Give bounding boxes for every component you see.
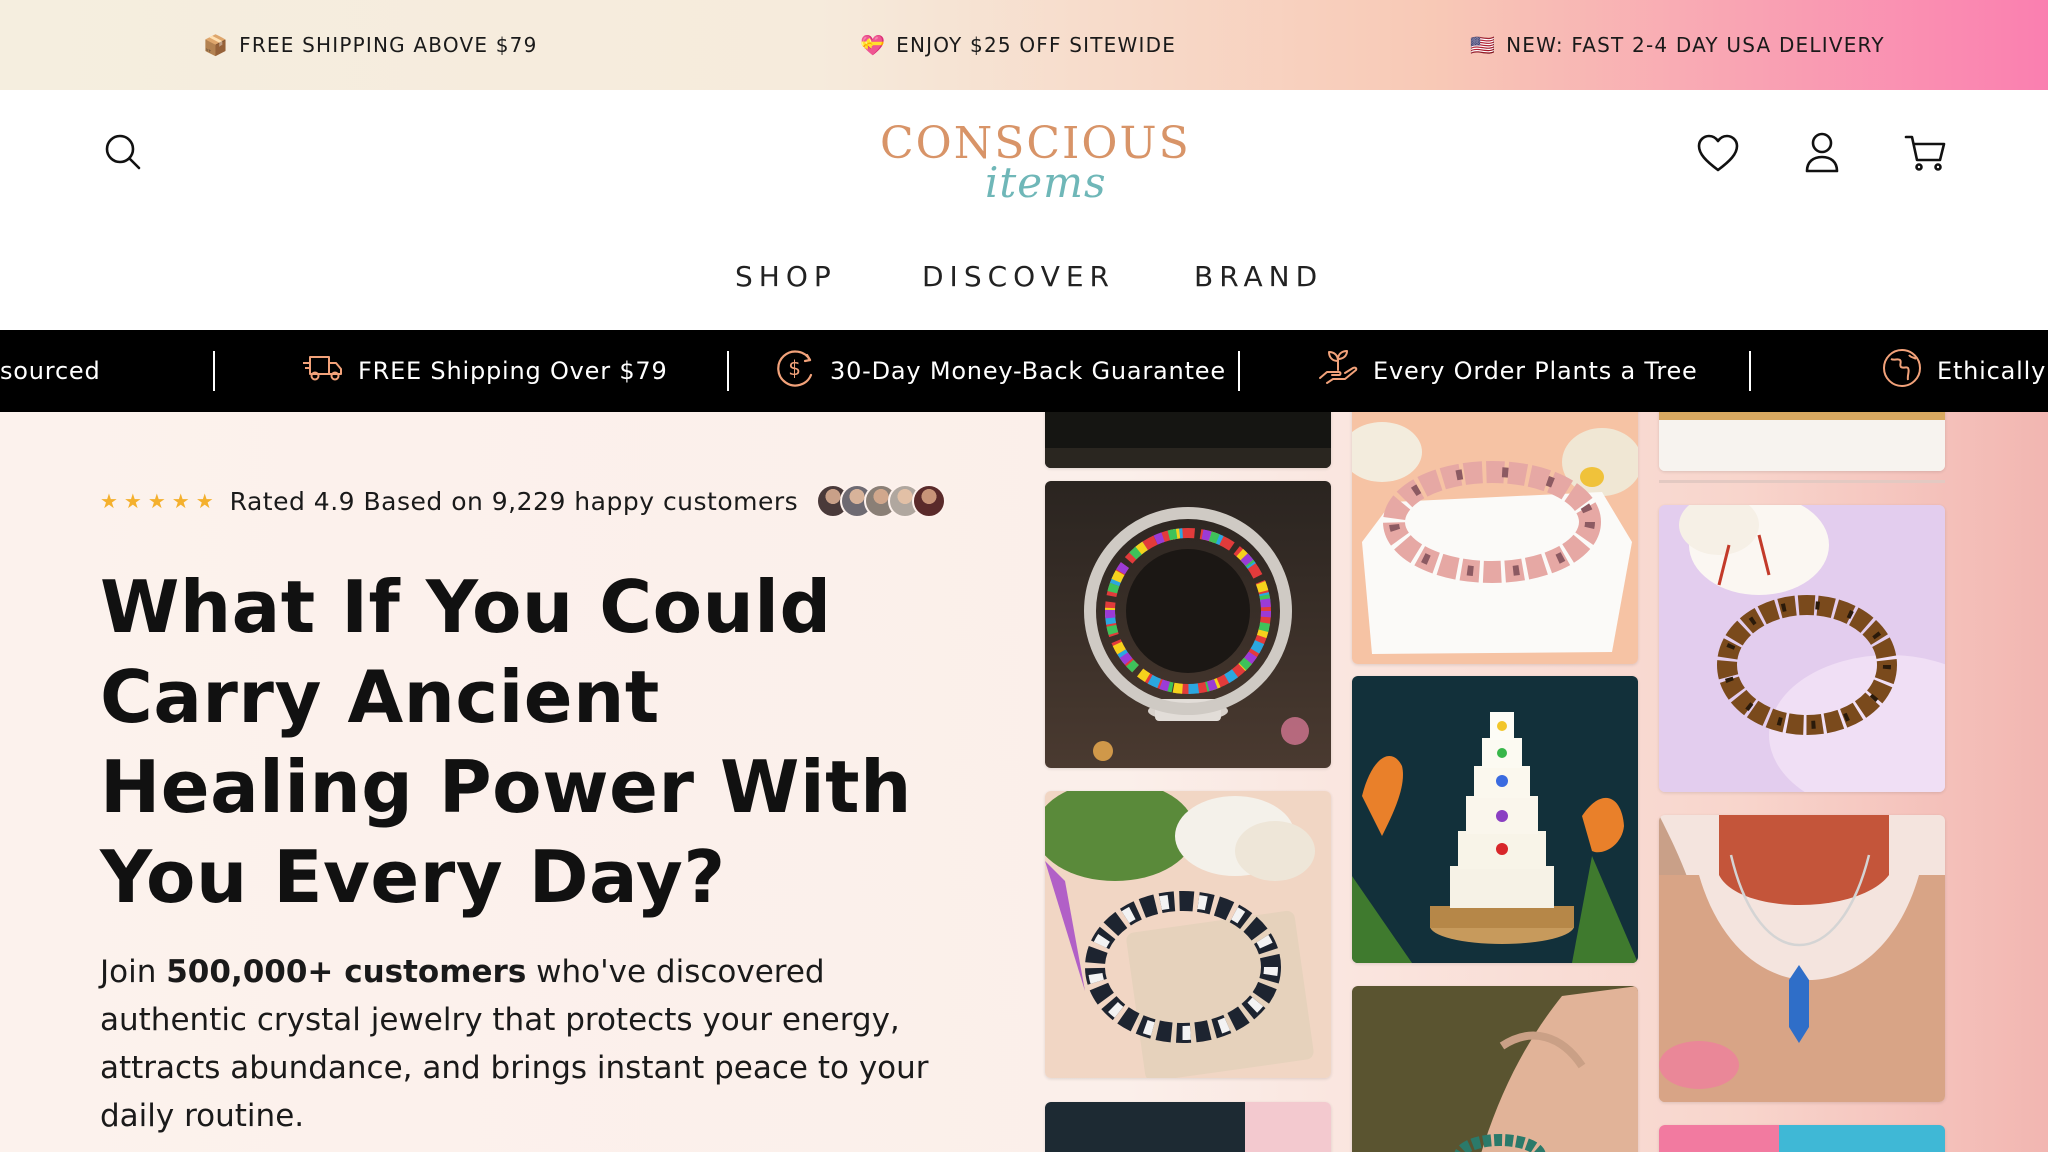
star-rating-icon: ★★★★★ — [100, 489, 220, 513]
us-flag-icon: 🇺🇸 — [1470, 33, 1497, 57]
rainbow-crystal-lamp-image[interactable] — [1045, 481, 1331, 768]
wrist-bracelet-image[interactable] — [1352, 986, 1638, 1152]
product-image-tile[interactable] — [1659, 412, 1945, 471]
tiger-eye-bracelet-image[interactable] — [1659, 505, 1945, 792]
trust-item-shipping: FREE Shipping Over $79 — [302, 330, 668, 412]
heart-gift-icon: 💝 — [860, 33, 887, 57]
blue-crystal-necklace-image[interactable] — [1659, 815, 1945, 1102]
search-icon[interactable] — [98, 127, 148, 177]
trust-text: Every Order Plants a Tree — [1373, 357, 1698, 385]
brand-logo[interactable]: CONSCIOUS items — [880, 118, 1189, 218]
announcement-text: NEW: FAST 2-4 DAY USA DELIVERY — [1506, 33, 1885, 57]
selenite-chakra-tower-image[interactable] — [1352, 676, 1638, 963]
trust-item-sourced: sourced — [0, 330, 101, 412]
globe-icon — [1881, 347, 1923, 395]
truck-icon — [302, 353, 344, 389]
divider — [727, 351, 729, 391]
divider — [1238, 351, 1240, 391]
trust-strip: sourced FREE Shipping Over $79 $ 30-Day … — [0, 330, 2048, 412]
product-image-tile[interactable] — [1045, 1102, 1331, 1152]
package-icon: 📦 — [203, 33, 230, 57]
cart-icon[interactable] — [1900, 128, 1950, 178]
svg-text:$: $ — [788, 356, 802, 380]
subcopy-highlight: 500,000+ customers — [166, 954, 527, 990]
divider — [213, 351, 215, 391]
announcement-discount: 💝 ENJOY $25 OFF SITEWIDE — [860, 0, 1176, 90]
announcement-bar: 📦 FREE SHIPPING ABOVE $79 💝 ENJOY $25 OF… — [0, 0, 2048, 90]
avatar — [912, 484, 947, 518]
hero-subcopy: Join 500,000+ customers who've discovere… — [100, 948, 930, 1140]
site-header: CONSCIOUS items SHOP DISCOVER BRAND — [0, 90, 2048, 330]
trust-text: 30-Day Money-Back Guarantee — [830, 357, 1226, 385]
divider — [1659, 480, 1945, 483]
trust-text: FREE Shipping Over $79 — [358, 357, 668, 385]
nav-brand[interactable]: BRAND — [1194, 260, 1323, 293]
announcement-usa-delivery: 🇺🇸 NEW: FAST 2-4 DAY USA DELIVERY — [1470, 0, 1885, 90]
product-image-tile[interactable] — [1045, 412, 1331, 468]
hero-headline: What If You Could Carry Ancient Healing … — [100, 565, 912, 919]
black-white-bead-bracelet-image[interactable] — [1045, 791, 1331, 1078]
logo-script: items — [985, 158, 1107, 207]
heart-icon[interactable] — [1693, 128, 1743, 178]
product-image-tile[interactable] — [1659, 1125, 1945, 1152]
dollar-circle-icon: $ — [774, 347, 816, 395]
user-icon[interactable] — [1797, 127, 1847, 177]
announcement-text: ENJOY $25 OFF SITEWIDE — [896, 33, 1177, 57]
trust-item-guarantee: $ 30-Day Money-Back Guarantee — [774, 330, 1226, 412]
nav-shop[interactable]: SHOP — [735, 260, 837, 293]
customer-avatars — [816, 484, 947, 518]
hero-section: ★★★★★ Rated 4.9 Based on 9,229 happy cus… — [0, 412, 2048, 1152]
announcement-free-shipping: 📦 FREE SHIPPING ABOVE $79 — [203, 0, 538, 90]
plant-hand-icon — [1317, 348, 1359, 394]
subcopy-intro: Join — [100, 954, 167, 990]
trust-item-ethical: Ethically s — [1881, 330, 2048, 412]
divider — [1749, 351, 1751, 391]
pink-bead-bracelet-image[interactable] — [1352, 412, 1638, 664]
trust-text: Ethically s — [1937, 357, 2048, 385]
rating-row: ★★★★★ Rated 4.9 Based on 9,229 happy cus… — [100, 484, 947, 518]
main-nav: SHOP DISCOVER BRAND — [0, 240, 2048, 320]
rating-text: Rated 4.9 Based on 9,229 happy customers — [229, 486, 799, 516]
announcement-text: FREE SHIPPING ABOVE $79 — [239, 33, 538, 57]
trust-text: sourced — [0, 357, 101, 385]
trust-item-tree: Every Order Plants a Tree — [1317, 330, 1698, 412]
nav-discover[interactable]: DISCOVER — [922, 260, 1115, 293]
